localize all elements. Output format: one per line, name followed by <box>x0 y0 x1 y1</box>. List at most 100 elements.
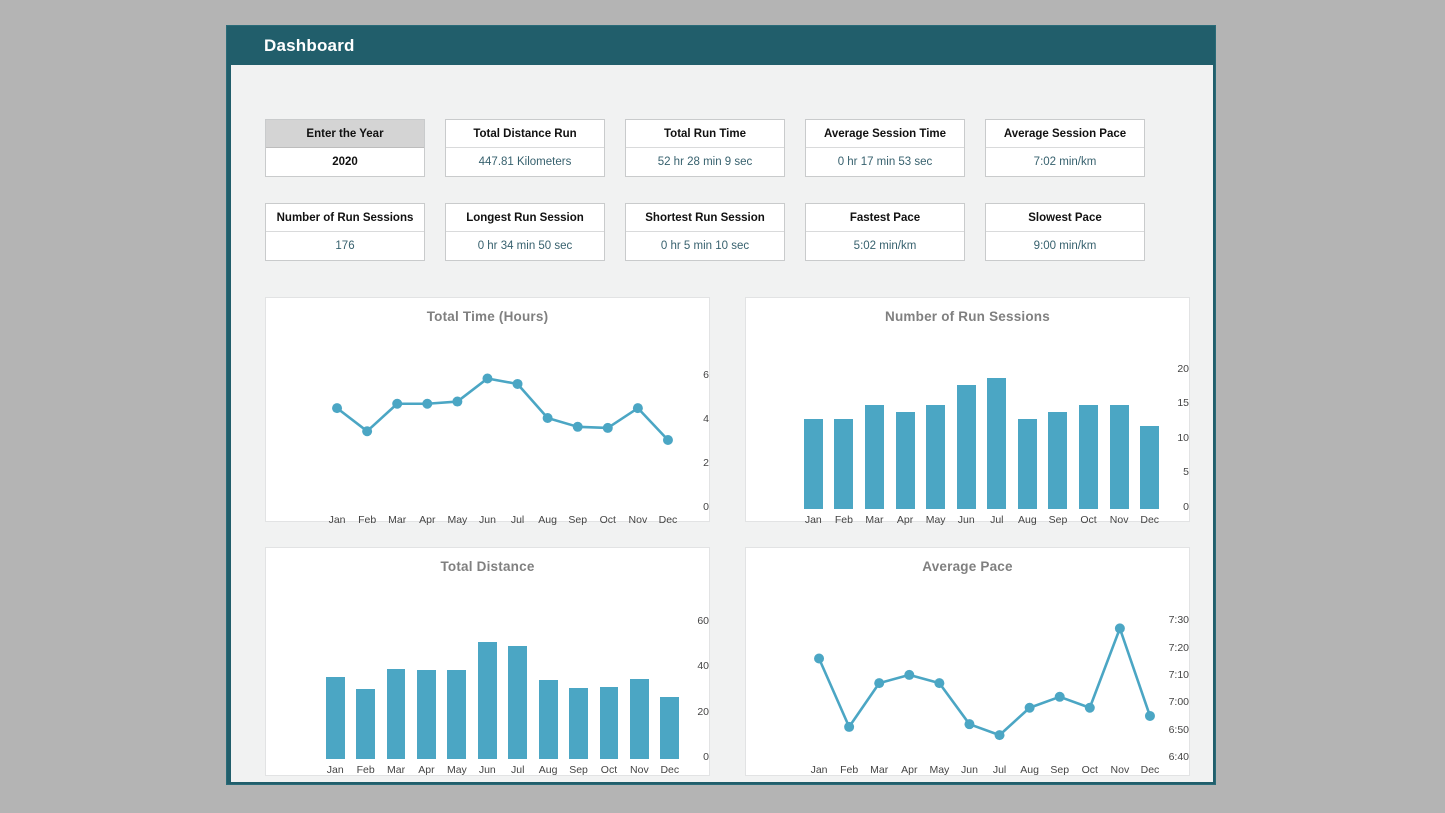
kpi-row-secondary: Number of Run Sessions176 Longest Run Ses… <box>265 203 1145 261</box>
chart-card-run-sessions: Number of Run Sessions 05101520JanFebMar… <box>745 297 1190 522</box>
bar-dec <box>1140 426 1159 509</box>
kpi-label: Number of Run Sessions <box>266 204 424 232</box>
x-axis-tick-label: Sep <box>1049 514 1068 526</box>
kpi-value: 0 hr 34 min 50 sec <box>446 232 604 260</box>
bar-jan <box>326 677 345 759</box>
kpi-label: Shortest Run Session <box>626 204 784 232</box>
x-axis-tick-label: Mar <box>387 764 405 776</box>
bar-sep <box>1048 412 1067 509</box>
kpi-value: 9:00 min/km <box>986 232 1144 260</box>
x-axis-tick-label: Feb <box>357 764 375 776</box>
kpi-card-longest-run-session: Longest Run Session0 hr 34 min 50 sec <box>445 203 605 261</box>
y-axis-tick-label: 20 <box>1145 363 1189 375</box>
kpi-value: 7:02 min/km <box>986 148 1144 176</box>
data-point-feb <box>844 722 854 732</box>
data-point-oct <box>603 423 613 433</box>
data-point-dec <box>1145 711 1155 721</box>
kpi-card-fastest-pace: Fastest Pace5:02 min/km <box>805 203 965 261</box>
bar-aug <box>539 680 558 759</box>
chart-plot-area: 0246JanFebMarAprMayJunJulAugSepOctNovDec <box>266 324 709 547</box>
dashboard-canvas: Enter the Year2020 Total Distance Run447.… <box>231 65 1213 782</box>
chart-card-total-distance: Total Distance 0204060JanFebMarAprMayJun… <box>265 547 710 776</box>
data-point-jul <box>995 730 1005 740</box>
kpi-card-slowest-pace: Slowest Pace9:00 min/km <box>985 203 1145 261</box>
line-path <box>337 378 668 440</box>
kpi-card-average-session-pace: Average Session Pace7:02 min/km <box>985 119 1145 177</box>
bar-nov <box>1110 405 1129 509</box>
data-point-jul <box>513 379 523 389</box>
kpi-label: Total Distance Run <box>446 120 604 148</box>
x-axis-tick-label: Dec <box>1140 514 1159 526</box>
data-point-may <box>452 397 462 407</box>
title-bar: Dashboard <box>227 26 1215 65</box>
x-axis-tick-label: Jul <box>990 514 1003 526</box>
kpi-label: Fastest Pace <box>806 204 964 232</box>
data-point-jan <box>332 403 342 413</box>
x-axis-tick-label: Aug <box>539 764 558 776</box>
x-axis-tick-label: Sep <box>569 764 588 776</box>
x-axis-tick-label: Jan <box>327 764 344 776</box>
kpi-value: 52 hr 28 min 9 sec <box>626 148 784 176</box>
x-axis-tick-label: Nov <box>630 764 649 776</box>
bar-mar <box>387 669 406 759</box>
kpi-card-total-run-time: Total Run Time52 hr 28 min 9 sec <box>625 119 785 177</box>
chart-title: Total Time (Hours) <box>266 298 709 324</box>
x-axis-tick-label: Oct <box>1080 514 1096 526</box>
data-point-jun <box>964 719 974 729</box>
kpi-value: 0 hr 17 min 53 sec <box>806 148 964 176</box>
data-point-sep <box>1055 692 1065 702</box>
kpi-label: Enter the Year <box>266 120 424 148</box>
chart-plot-area: 05101520JanFebMarAprMayJunJulAugSepOctNo… <box>746 324 1189 547</box>
x-axis-tick-label: Mar <box>865 514 883 526</box>
bar-nov <box>630 679 649 759</box>
x-axis-tick-label: Aug <box>1018 514 1037 526</box>
data-point-feb <box>362 426 372 436</box>
x-axis-tick-label: May <box>926 514 946 526</box>
data-point-apr <box>422 399 432 409</box>
kpi-value: 5:02 min/km <box>806 232 964 260</box>
kpi-label: Average Session Time <box>806 120 964 148</box>
x-axis-tick-label: Oct <box>601 764 617 776</box>
y-axis-tick-label: 15 <box>1145 397 1189 409</box>
kpi-row-primary: Enter the Year2020 Total Distance Run447.… <box>265 119 1145 177</box>
x-axis-tick-label: Jan <box>805 514 822 526</box>
line-path <box>819 628 1150 735</box>
data-point-jan <box>814 654 824 664</box>
data-point-mar <box>392 399 402 409</box>
x-axis-tick-label: Feb <box>835 514 853 526</box>
x-axis-tick-label: May <box>447 764 467 776</box>
chart-title: Total Distance <box>266 548 709 574</box>
data-point-mar <box>874 678 884 688</box>
bar-oct <box>1079 405 1098 509</box>
kpi-label: Total Run Time <box>626 120 784 148</box>
x-axis-tick-label: Jun <box>479 764 496 776</box>
kpi-value: 176 <box>266 232 424 260</box>
chart-plot-area: 0204060JanFebMarAprMayJunJulAugSepOctNov… <box>266 574 709 801</box>
kpi-card-total-distance-run: Total Distance Run447.81 Kilometers <box>445 119 605 177</box>
line-series <box>266 324 707 545</box>
bar-may <box>926 405 945 509</box>
chart-title: Number of Run Sessions <box>746 298 1189 324</box>
x-axis-tick-label: Jul <box>511 764 524 776</box>
bar-feb <box>834 419 853 509</box>
bar-dec <box>660 697 679 759</box>
kpi-card-shortest-run-session: Shortest Run Session0 hr 5 min 10 sec <box>625 203 785 261</box>
chart-card-average-pace: Average Pace 6:406:507:007:107:207:30Jan… <box>745 547 1190 776</box>
bar-oct <box>600 687 619 759</box>
x-axis-tick-label: Apr <box>418 764 434 776</box>
x-axis-tick-label: Dec <box>660 764 679 776</box>
bar-apr <box>896 412 915 509</box>
bar-may <box>447 670 466 759</box>
data-point-nov <box>633 403 643 413</box>
data-point-sep <box>573 422 583 432</box>
year-input[interactable]: 2020 <box>266 148 424 176</box>
bar-mar <box>865 405 884 509</box>
line-series <box>746 574 1187 799</box>
kpi-card-average-session-time: Average Session Time0 hr 17 min 53 sec <box>805 119 965 177</box>
data-point-may <box>934 678 944 688</box>
bar-jul <box>987 378 1006 509</box>
data-point-oct <box>1085 703 1095 713</box>
bar-apr <box>417 670 436 759</box>
y-axis-tick-label: 40 <box>663 660 709 672</box>
kpi-card-enter-the-year[interactable]: Enter the Year2020 <box>265 119 425 177</box>
